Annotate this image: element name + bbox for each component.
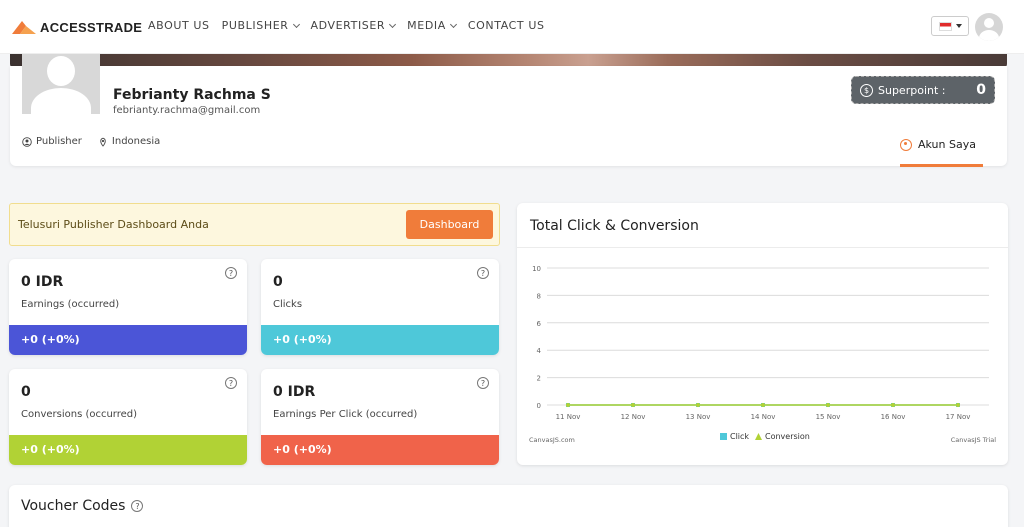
legend-swatch-conversion <box>755 433 762 440</box>
data-point-conversion <box>956 403 960 407</box>
help-icon[interactable]: ? <box>477 267 489 279</box>
profile-email: febrianty.rachma@gmail.com <box>113 105 261 116</box>
stat-change: +0 (+0%) <box>261 435 499 465</box>
legend-swatch-click <box>720 433 727 440</box>
nav-about-us-label: ABOUT US <box>148 19 210 32</box>
tab-akun-saya[interactable]: Akun Saya <box>900 138 976 151</box>
user-avatar-icon[interactable] <box>975 13 1003 41</box>
stat-value: 0 IDR <box>273 384 316 400</box>
x-tick-label: 16 Nov <box>881 413 906 421</box>
legend-label-conversion: Conversion <box>765 432 810 441</box>
location-pin-icon <box>100 137 106 147</box>
x-tick-label: 17 Nov <box>946 413 971 421</box>
data-point-conversion <box>891 403 895 407</box>
tab-akun-saya-label: Akun Saya <box>918 138 976 151</box>
stat-card-conversions: 0 Conversions (occurred) ? +0 (+0%) <box>9 369 247 465</box>
chart-credit-left: CanvasJS.com <box>529 436 575 444</box>
accesstrade-logo-icon <box>12 21 36 34</box>
stat-label: Clicks <box>273 299 303 310</box>
x-tick-label: 11 Nov <box>556 413 581 421</box>
brand-name: ACCESSTRADE <box>40 19 143 35</box>
superpoint-label: Superpoint : <box>878 83 946 97</box>
y-tick-label: 8 <box>537 292 541 300</box>
language-selector[interactable] <box>931 16 969 36</box>
chevron-down-icon <box>389 20 397 28</box>
caret-down-icon <box>955 24 962 28</box>
x-tick-label: 14 Nov <box>751 413 776 421</box>
data-point-conversion <box>631 403 635 407</box>
nav-about-us[interactable]: ABOUT US <box>148 19 210 32</box>
top-navbar: ACCESSTRADE ABOUT US PUBLISHER ADVERTISE… <box>0 0 1024 54</box>
nav-media-label: MEDIA <box>407 19 446 32</box>
voucher-codes-card: Voucher Codes ? <box>9 485 1008 527</box>
flag-indonesia-icon <box>938 21 952 31</box>
help-icon[interactable]: ? <box>225 267 237 279</box>
help-icon[interactable]: ? <box>225 377 237 389</box>
callout-text: Telusuri Publisher Dashboard Anda <box>18 218 209 231</box>
stat-value: 0 <box>21 384 31 400</box>
stat-card-clicks: 0 Clicks ? +0 (+0%) <box>261 259 499 355</box>
nav-contact-us[interactable]: CONTACT US <box>468 19 545 32</box>
legend-label-click: Click <box>730 432 749 441</box>
nav-advertiser-label: ADVERTISER <box>310 19 386 32</box>
profile-avatar[interactable] <box>22 54 100 114</box>
dashboard-button[interactable]: Dashboard <box>406 210 493 239</box>
nav-publisher[interactable]: PUBLISHER <box>221 19 300 32</box>
stat-change: +0 (+0%) <box>9 325 247 355</box>
y-tick-label: 4 <box>537 347 542 355</box>
dashboard-callout: Telusuri Publisher Dashboard Anda Dashbo… <box>9 203 500 246</box>
nav-advertiser[interactable]: ADVERTISER <box>310 19 397 32</box>
chart-title: Total Click & Conversion <box>530 218 699 234</box>
help-icon[interactable]: ? <box>131 500 144 512</box>
voucher-title: Voucher Codes ? <box>21 498 144 514</box>
active-tab-indicator <box>900 164 983 167</box>
x-tick-label: 13 Nov <box>686 413 711 421</box>
y-tick-label: 10 <box>532 265 541 273</box>
brand-logo[interactable]: ACCESSTRADE <box>10 17 142 37</box>
chevron-down-icon <box>449 20 457 28</box>
user-circle-icon <box>22 136 32 147</box>
x-tick-label: 15 Nov <box>816 413 841 421</box>
data-point-conversion <box>761 403 765 407</box>
profile-role: Publisher <box>36 136 82 147</box>
nav-media[interactable]: MEDIA <box>407 19 457 32</box>
data-point-conversion <box>566 403 570 407</box>
profile-meta: Publisher Indonesia <box>22 136 160 147</box>
stat-value: 0 <box>273 274 283 290</box>
data-point-conversion <box>696 403 700 407</box>
y-tick-label: 2 <box>537 375 541 383</box>
stat-card-earnings: 0 IDR Earnings (occurred) ? +0 (+0%) <box>9 259 247 355</box>
click-conversion-chart-card: Total Click & Conversion 0 2 4 6 8 10 11 Nov 12… <box>517 203 1008 465</box>
stat-label: Earnings Per Click (occurred) <box>273 409 418 420</box>
voucher-title-text: Voucher Codes <box>21 498 126 514</box>
chart-credit-right: CanvasJS Trial <box>951 436 996 444</box>
superpoint-value: 0 <box>976 82 986 98</box>
superpoint-badge: $ Superpoint : 0 <box>851 76 995 104</box>
stat-label: Earnings (occurred) <box>21 299 120 310</box>
stat-value: 0 IDR <box>21 274 64 290</box>
coin-icon: $ <box>860 83 873 97</box>
main-nav: ABOUT US PUBLISHER ADVERTISER MEDIA CONT… <box>148 19 545 32</box>
stat-change: +0 (+0%) <box>261 325 499 355</box>
chevron-down-icon <box>292 20 300 28</box>
nav-publisher-label: PUBLISHER <box>221 19 289 32</box>
y-tick-label: 6 <box>537 320 542 328</box>
stat-card-epc: 0 IDR Earnings Per Click (occurred) ? +0… <box>261 369 499 465</box>
profile-country: Indonesia <box>111 136 161 147</box>
user-circle-icon <box>900 138 912 151</box>
help-icon[interactable]: ? <box>477 377 489 389</box>
stat-label: Conversions (occurred) <box>21 409 138 420</box>
stat-change: +0 (+0%) <box>9 435 247 465</box>
line-chart: 0 2 4 6 8 10 11 Nov 12 Nov 13 Nov 14 Nov 15 Nov 16 … <box>529 265 996 444</box>
y-tick-label: 0 <box>537 402 541 410</box>
data-point-conversion <box>826 403 830 407</box>
profile-name: Febrianty Rachma S <box>113 87 271 103</box>
nav-contact-us-label: CONTACT US <box>467 19 545 32</box>
x-tick-label: 12 Nov <box>621 413 646 421</box>
